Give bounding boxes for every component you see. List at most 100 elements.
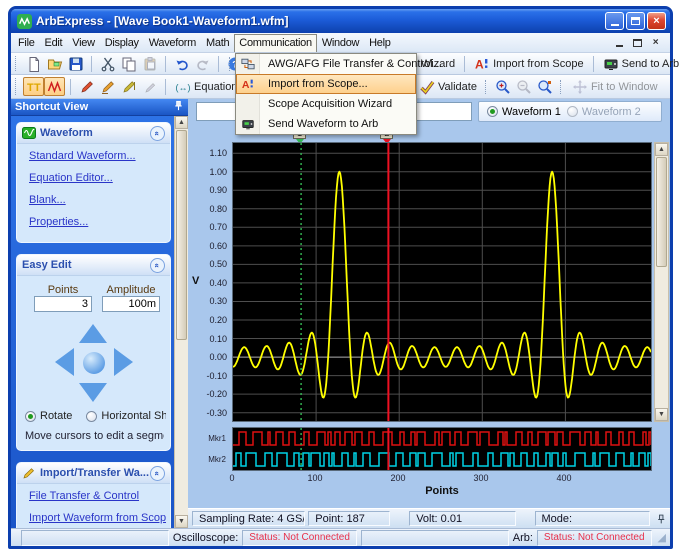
pad-left-button[interactable] [54, 348, 74, 376]
copy-button[interactable] [118, 54, 139, 73]
scroll-up-arrow[interactable]: ▲ [655, 143, 668, 156]
undo-button[interactable] [171, 54, 192, 73]
mdi-minimize-button[interactable] [613, 37, 626, 49]
pad-center-button[interactable] [82, 352, 105, 374]
marker-rows [232, 427, 652, 471]
menu-file[interactable]: File [13, 35, 40, 51]
status-point: Point: 187 [308, 511, 391, 526]
x-tick-label: 300 [473, 473, 489, 483]
zoom-selection-button[interactable] [535, 78, 556, 97]
link-standard-waveform[interactable]: Standard Waveform... [29, 150, 166, 162]
cut-button[interactable] [97, 54, 118, 73]
status-volt: Volt: 0.01 [409, 511, 516, 526]
point-draw-button[interactable] [139, 77, 160, 96]
close-button[interactable]: × [647, 12, 666, 30]
maximize-button[interactable] [626, 12, 645, 30]
cut-icon [101, 57, 114, 71]
orange-pencil-icon [101, 80, 114, 94]
toolbar-grip[interactable] [229, 57, 233, 71]
waveform-plot[interactable] [232, 142, 652, 422]
pad-right-button[interactable] [113, 348, 133, 376]
menu-item-import-from-scope[interactable]: A Import from Scope... [236, 74, 416, 94]
mdi-restore-button[interactable] [631, 37, 644, 49]
sidebar-scrollbar[interactable]: ▲ ▼ [174, 116, 188, 528]
fit-to-window-button[interactable]: Fit to Window [568, 78, 662, 97]
waveform-2-label: Waveform 2 [581, 105, 641, 118]
easy-edit-panel: Easy Edit « Points Amplitude [16, 254, 171, 451]
menu-view[interactable]: View [67, 35, 99, 51]
y-tick-label: 1.10 [209, 148, 227, 159]
waveform-1-option[interactable]: Waveform 1 [487, 106, 561, 118]
scroll-down-arrow[interactable]: ▼ [175, 515, 188, 528]
open-file-button[interactable] [44, 54, 65, 73]
vertical-draw-button[interactable] [118, 77, 139, 96]
send-to-arb-button[interactable]: Send to Arb [599, 55, 681, 74]
link-equation-editor[interactable]: Equation Editor... [29, 172, 166, 184]
menu-item-send-waveform-to-arb[interactable]: Send Waveform to Arb [236, 114, 416, 134]
pin-button[interactable] [173, 100, 184, 114]
menu-waveform[interactable]: Waveform [144, 35, 201, 51]
mdi-close-button[interactable]: × [649, 37, 662, 49]
scroll-down-arrow[interactable]: ▼ [655, 408, 668, 421]
link-blank[interactable]: Blank... [29, 194, 166, 206]
save-button[interactable] [65, 54, 86, 73]
collapse-chevron-icon[interactable]: « [150, 125, 165, 141]
waveform-2-radio[interactable] [566, 106, 578, 117]
zoom-out-button[interactable] [514, 78, 535, 97]
fit-to-window-icon [572, 80, 587, 94]
freehand-draw-button[interactable] [76, 77, 97, 96]
horizontal-shift-radio-label: Horizontal Shi [101, 410, 166, 422]
menu-item-awg-afg-file-transfer[interactable]: AWG/AFG File Transfer & Control... [236, 54, 442, 74]
toolbar-grip[interactable] [559, 80, 564, 94]
shortcut-view-title: Shortcut View [15, 101, 89, 113]
cursor-marker-icon: TT [27, 82, 41, 94]
horizontal-shift-radio[interactable] [86, 410, 98, 422]
equation-editor-icon: (↔) [176, 82, 191, 92]
link-properties[interactable]: Properties... [29, 216, 166, 228]
pad-up-button[interactable] [78, 324, 107, 343]
horizontal-draw-button[interactable] [97, 77, 118, 96]
menu-help[interactable]: Help [364, 35, 395, 51]
scroll-up-arrow[interactable]: ▲ [175, 116, 188, 129]
import-from-scope-button[interactable]: A Import from Scope [470, 55, 587, 74]
import-transfer-panel-icon [23, 468, 34, 479]
collapse-chevron-icon[interactable]: « [150, 465, 165, 481]
rotate-radio-label: Rotate [40, 410, 73, 422]
menu-communication[interactable]: Communication [234, 33, 317, 52]
paste-button[interactable] [139, 54, 160, 73]
waveform-2-option[interactable]: Waveform 2 [566, 105, 641, 118]
import-from-scope-label: Import from Scope [493, 58, 584, 70]
status-mode: Mode: [534, 511, 650, 526]
collapse-chevron-icon[interactable]: « [150, 257, 165, 273]
toolbar-grip[interactable] [15, 78, 19, 95]
toolbar-grip[interactable] [15, 56, 19, 71]
y-tick-label: 0.20 [209, 314, 227, 325]
link-import-waveform-from-scope[interactable]: Import Waveform from Scope [29, 512, 166, 524]
send-to-arb-icon [241, 120, 254, 130]
minimize-button[interactable] [605, 12, 624, 30]
menu-window[interactable]: Window [317, 35, 364, 51]
redo-button[interactable] [192, 54, 213, 73]
pushpin-icon [175, 100, 182, 111]
new-file-button[interactable] [23, 54, 44, 73]
menu-math[interactable]: Math [201, 35, 234, 51]
import-from-scope-icon: A [241, 79, 253, 91]
scrollbar-thumb[interactable] [656, 157, 667, 267]
waveform-1-radio[interactable] [487, 106, 498, 117]
link-file-transfer-control[interactable]: File Transfer & Control [29, 490, 166, 502]
menu-edit[interactable]: Edit [40, 35, 68, 51]
zoom-in-button[interactable] [493, 78, 514, 97]
validate-button[interactable]: Validate [415, 78, 481, 97]
scrollbar-thumb[interactable] [176, 130, 187, 340]
rotate-radio[interactable] [25, 410, 36, 422]
cursor-marker-mode-button[interactable]: TT [23, 77, 44, 96]
pad-down-button[interactable] [78, 383, 107, 402]
points-input[interactable] [34, 296, 92, 312]
menu-item-scope-acquisition-wizard[interactable]: Scope Acquisition Wizard [236, 94, 416, 114]
plot-vertical-scrollbar[interactable]: ▲ ▼ [654, 142, 669, 422]
toolbar-grip[interactable] [484, 80, 489, 94]
amplitude-input[interactable] [102, 296, 160, 312]
menu-display[interactable]: Display [100, 35, 144, 51]
waveform-display-mode-button[interactable] [44, 77, 65, 96]
resize-grip[interactable]: ◢ [658, 531, 666, 544]
